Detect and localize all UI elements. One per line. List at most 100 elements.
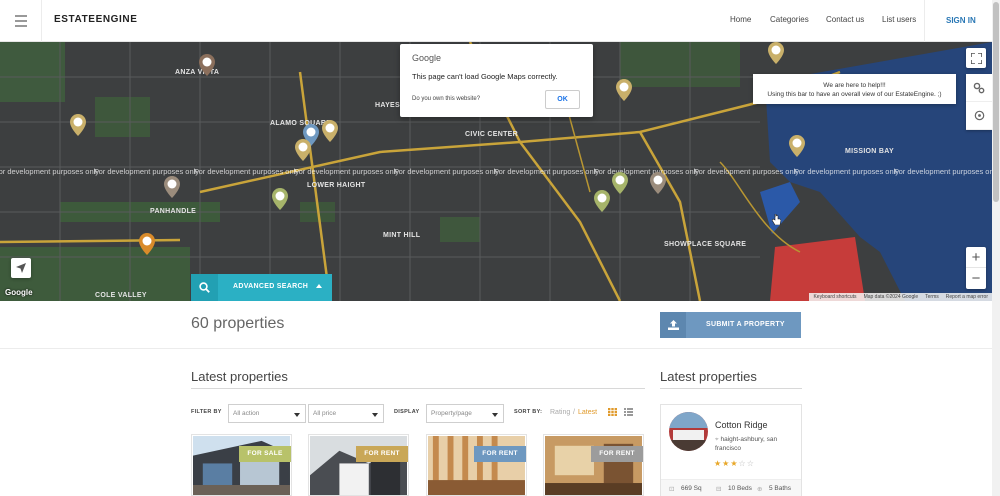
settings-icon[interactable] bbox=[966, 74, 992, 102]
property-pin-icon[interactable] bbox=[322, 120, 338, 142]
map-label: PANHANDLE bbox=[150, 208, 197, 215]
submit-property-button[interactable]: SUBMIT A PROPERTY bbox=[660, 312, 801, 338]
property-card[interactable]: FOR RENT bbox=[308, 434, 409, 496]
dev-watermark: For development purposes only bbox=[594, 167, 700, 176]
star-empty-icon: ☆ bbox=[746, 459, 755, 468]
dev-watermark: For development purposes only bbox=[794, 167, 900, 176]
scrollbar-thumb[interactable] bbox=[993, 2, 999, 202]
featured-property[interactable]: Cotton Ridge ⌖ haight-ashbury, san franc… bbox=[660, 404, 802, 496]
hamburger-menu-icon[interactable] bbox=[0, 0, 42, 42]
property-pin-icon[interactable] bbox=[768, 42, 784, 64]
own-website-link[interactable]: Do you own this website? bbox=[412, 96, 480, 102]
advanced-search-toggle[interactable]: ADVANCED SEARCH bbox=[191, 274, 332, 301]
terms-link[interactable]: Terms bbox=[925, 294, 939, 300]
signin-container: SIGN IN bbox=[924, 0, 992, 42]
help-line-1: We are here to help!!! bbox=[823, 82, 886, 89]
map-label: MINT HILL bbox=[383, 232, 421, 239]
property-pin-icon[interactable] bbox=[612, 172, 628, 194]
sort-by-label: SORT BY: bbox=[514, 409, 543, 415]
maps-error-dialog: Google This page can't load Google Maps … bbox=[400, 44, 593, 117]
google-logo[interactable]: Google bbox=[5, 288, 33, 297]
map-data-text: Map data ©2024 Google bbox=[863, 294, 919, 300]
dev-watermark: For development purposes only bbox=[494, 167, 600, 176]
property-meta: ⊡ 669 Sq ⊟ 10 Beds ⊕ 5 Baths bbox=[661, 479, 801, 496]
property-pin-icon[interactable] bbox=[616, 79, 632, 101]
map-label: MISSION BAY bbox=[845, 148, 894, 155]
site-logo[interactable]: ESTATEENGINE bbox=[54, 14, 138, 25]
action-select[interactable]: All action bbox=[228, 404, 306, 423]
help-line-2: Using this bar to have an overall view o… bbox=[767, 91, 942, 98]
nav-contact-us[interactable]: Contact us bbox=[826, 15, 864, 24]
dialog-message: This page can't load Google Maps correct… bbox=[412, 72, 558, 81]
title-underline bbox=[660, 388, 802, 389]
property-pin-icon[interactable] bbox=[789, 135, 805, 157]
baths-value: 5 Baths bbox=[769, 485, 792, 492]
keyboard-shortcuts-link[interactable]: Keyboard shortcuts bbox=[813, 294, 856, 300]
page-scrollbar[interactable] bbox=[992, 0, 1000, 496]
dev-watermark: For development purposes only bbox=[694, 167, 800, 176]
sign-in-link[interactable]: SIGN IN bbox=[946, 16, 976, 25]
price-select-value: All price bbox=[313, 410, 337, 417]
dev-watermark: For development purposes only bbox=[894, 167, 992, 176]
property-pin-icon[interactable] bbox=[164, 176, 180, 198]
star-filled-icon: ★ bbox=[714, 459, 723, 468]
property-card[interactable]: FOR RENT bbox=[543, 434, 644, 496]
zoom-in-icon[interactable]: + bbox=[966, 247, 986, 268]
nav-categories[interactable]: Categories bbox=[770, 15, 809, 24]
title-underline bbox=[191, 388, 645, 389]
target-icon[interactable] bbox=[966, 102, 992, 130]
property-pin-icon[interactable] bbox=[272, 188, 288, 210]
property-pin-icon[interactable] bbox=[650, 172, 666, 194]
my-location-icon[interactable] bbox=[11, 258, 31, 278]
display-label: DISPLAY bbox=[394, 409, 420, 415]
section-divider bbox=[0, 348, 992, 349]
property-card[interactable]: FOR RENT bbox=[426, 434, 527, 496]
dialog-ok-button[interactable]: OK bbox=[545, 90, 580, 109]
dialog-brand: Google bbox=[412, 53, 442, 63]
map-area[interactable]: For development purposes only For develo… bbox=[0, 42, 992, 301]
zoom-out-icon[interactable]: − bbox=[966, 268, 986, 289]
property-pin-icon[interactable] bbox=[594, 190, 610, 212]
sort-latest[interactable]: Latest bbox=[578, 409, 597, 416]
nav-list-users[interactable]: List users bbox=[882, 15, 916, 24]
fullscreen-icon[interactable] bbox=[966, 48, 986, 68]
grid-view-icon[interactable] bbox=[608, 408, 617, 416]
status-badge: FOR RENT bbox=[591, 446, 643, 462]
featured-property-address: ⌖ haight-ashbury, san francisco bbox=[715, 435, 799, 453]
sort-rating[interactable]: Rating bbox=[550, 409, 570, 416]
bed-icon: ⊟ bbox=[716, 486, 722, 493]
property-pin-icon[interactable] bbox=[295, 139, 311, 161]
sidebar-latest-title: Latest properties bbox=[660, 369, 757, 384]
filter-by-label: FILTER BY bbox=[191, 409, 222, 415]
price-select[interactable]: All price bbox=[308, 404, 384, 423]
property-photo bbox=[193, 436, 290, 495]
per-page-select[interactable]: Property/page bbox=[426, 404, 504, 423]
property-card[interactable]: FOR SALE bbox=[191, 434, 292, 496]
report-error-link[interactable]: Report a map error bbox=[946, 294, 988, 300]
map-attribution: Keyboard shortcuts Map data ©2024 Google… bbox=[809, 293, 992, 301]
map-label: COLE VALLEY bbox=[95, 292, 147, 299]
dev-watermark: For development purposes only bbox=[194, 167, 300, 176]
featured-property-name[interactable]: Cotton Ridge bbox=[715, 420, 768, 430]
property-pin-icon[interactable] bbox=[199, 54, 215, 76]
property-photo bbox=[428, 436, 525, 495]
star-filled-icon: ★ bbox=[730, 459, 739, 468]
list-view-icon[interactable] bbox=[624, 408, 633, 416]
area-value: 669 Sq bbox=[681, 485, 702, 492]
property-pin-icon[interactable] bbox=[70, 114, 86, 136]
sort-separator: / bbox=[573, 409, 575, 416]
map-side-tools bbox=[966, 74, 992, 130]
dev-watermark: For development purposes only bbox=[94, 167, 200, 176]
chevron-down-icon bbox=[492, 413, 498, 417]
nav-home[interactable]: Home bbox=[730, 15, 751, 24]
hand-cursor-icon bbox=[772, 214, 781, 225]
status-badge: FOR RENT bbox=[474, 446, 526, 462]
map-label: CIVIC CENTER bbox=[465, 131, 518, 138]
featured-address-text: haight-ashbury, san francisco bbox=[715, 436, 778, 452]
property-pin-icon[interactable] bbox=[139, 233, 155, 255]
dev-watermark: For development purposes only bbox=[394, 167, 500, 176]
bath-icon: ⊕ bbox=[757, 486, 763, 493]
help-tooltip: We are here to help!!! Using this bar to… bbox=[753, 74, 956, 104]
dev-watermark: For development purposes only bbox=[0, 167, 100, 176]
advanced-search-label: ADVANCED SEARCH bbox=[233, 283, 309, 290]
